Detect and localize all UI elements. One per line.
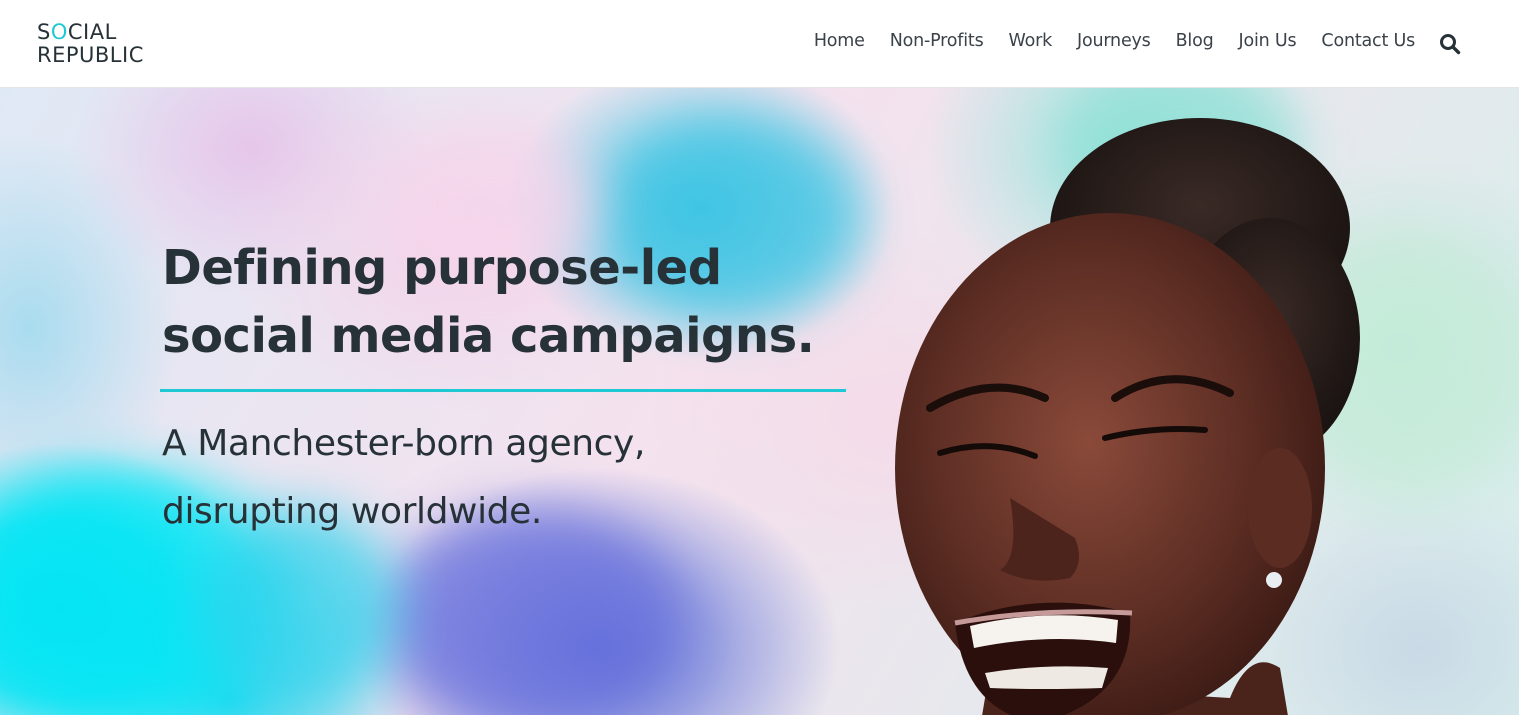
search-button[interactable] [1438,32,1462,56]
nav-item-work[interactable]: Work [1009,31,1053,51]
nav-item-join-us[interactable]: Join Us [1239,31,1297,51]
site-header: SOCIAL REPUBLIC Home Non-Profits Work Jo… [0,0,1519,88]
logo-line-1: SOCIAL [37,21,144,44]
logo-letter: S [37,20,51,44]
subhead-line-1: A Manchester-born agency, [162,423,645,464]
logo-line-2: REPUBLIC [37,43,144,67]
subhead-line-2: disrupting worldwide. [162,491,542,532]
hero-section: Defining purpose-led social media campai… [0,88,1519,715]
social-republic-logo[interactable]: SOCIAL REPUBLIC [37,21,144,67]
nav-item-journeys[interactable]: Journeys [1077,31,1151,51]
hero-subheading: A Manchester-born agency, disrupting wor… [162,410,862,546]
nav-item-non-profits[interactable]: Non-Profits [890,31,984,51]
nav-item-blog[interactable]: Blog [1176,31,1214,51]
logo-letters: CIAL [67,20,117,44]
main-nav: Home Non-Profits Work Journeys Blog Join… [814,31,1415,51]
headline-line-1: Defining purpose-led [162,240,722,296]
search-icon [1440,34,1461,55]
hero-portrait-image [895,118,1360,715]
logo-accent-letter: O [50,20,68,44]
headline-divider [160,389,846,392]
hero-headline: Defining purpose-led social media campai… [162,234,882,370]
nav-item-contact-us[interactable]: Contact Us [1321,31,1415,51]
nav-item-home[interactable]: Home [814,31,865,51]
headline-line-2: social media campaigns. [162,308,815,364]
